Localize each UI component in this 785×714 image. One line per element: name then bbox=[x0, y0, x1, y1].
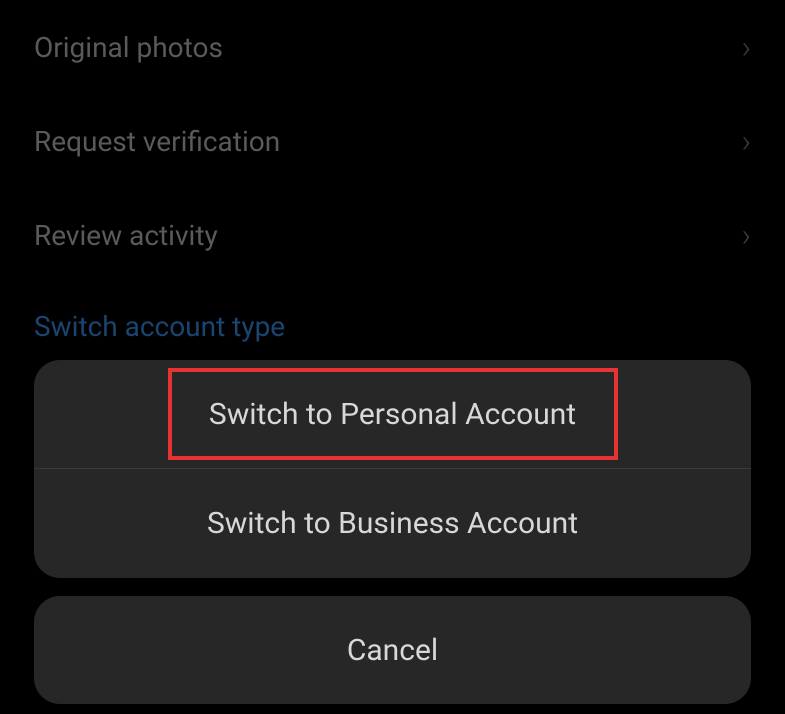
switch-to-business-account-button[interactable]: Switch to Business Account bbox=[34, 469, 751, 578]
action-sheet-button-label: Switch to Personal Account bbox=[209, 397, 576, 432]
settings-item-label: Request verification bbox=[34, 125, 280, 158]
switch-to-personal-account-button[interactable]: Switch to Personal Account bbox=[168, 368, 618, 460]
settings-item-original-photos[interactable]: Original photos › bbox=[34, 0, 751, 94]
settings-item-review-activity[interactable]: Review activity › bbox=[34, 188, 751, 282]
settings-list: Original photos › Request verification ›… bbox=[0, 0, 785, 343]
chevron-right-icon: › bbox=[741, 216, 751, 254]
action-sheet: Switch to Personal Account Switch to Bus… bbox=[34, 360, 751, 704]
settings-item-label: Original photos bbox=[34, 31, 223, 64]
settings-item-label: Review activity bbox=[34, 219, 218, 252]
cancel-button[interactable]: Cancel bbox=[34, 596, 751, 704]
cancel-button-label: Cancel bbox=[347, 633, 438, 668]
settings-item-switch-account-type[interactable]: Switch account type bbox=[34, 282, 751, 343]
chevron-right-icon: › bbox=[741, 122, 751, 160]
action-sheet-button-label: Switch to Business Account bbox=[207, 506, 578, 541]
settings-item-label: Switch account type bbox=[34, 310, 285, 343]
action-sheet-options-group: Switch to Personal Account Switch to Bus… bbox=[34, 360, 751, 578]
settings-item-request-verification[interactable]: Request verification › bbox=[34, 94, 751, 188]
chevron-right-icon: › bbox=[741, 28, 751, 66]
